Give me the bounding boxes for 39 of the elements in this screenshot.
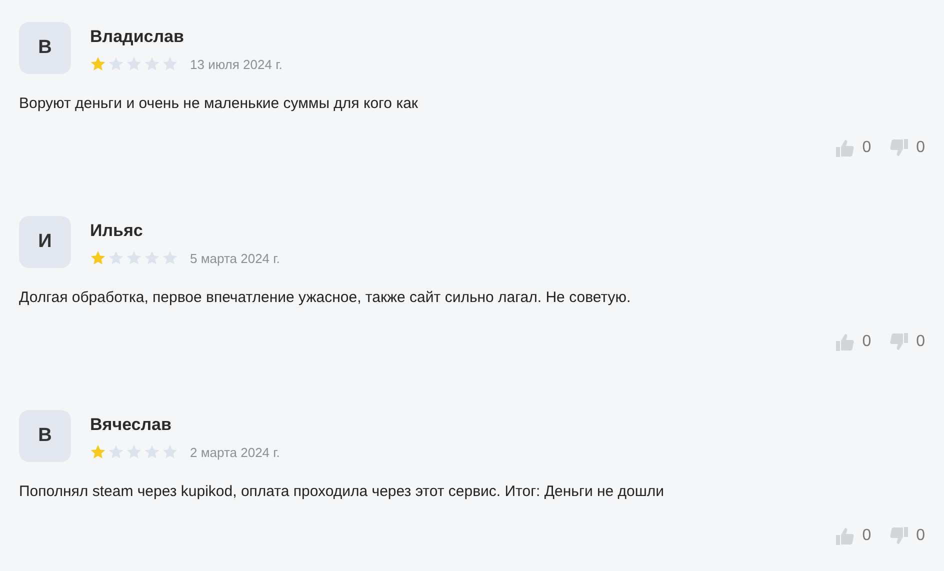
review-text: Воруют деньги и очень не маленькие суммы для кого как [19,95,419,112]
review-date: 2 марта 2024 г. [190,444,280,460]
like-count: 0 [862,333,872,351]
review-text: Пополнял steam через kupikod, оплата проходила через этот сервис. Итог: Деньги не дошли [19,483,666,500]
review-date: 5 марта 2024 г. [190,250,280,266]
avatar: И [19,216,71,268]
star-icon [144,444,160,460]
star-icon [126,56,142,72]
star-icon [126,444,142,460]
dislike-count: 0 [916,527,925,545]
star-icon [144,250,160,266]
dislike-count: 0 [916,333,925,351]
thumbs-down-icon[interactable] [889,332,910,352]
reviewer-name: Владислав [90,27,185,47]
star-icon [108,250,124,266]
star-icon [144,56,160,72]
reviewer-name: Вячеслав [90,415,172,435]
review-date: 13 июля 2024 г. [190,56,282,72]
star-icon [90,250,106,266]
star-icon [108,444,124,460]
thumbs-up-icon[interactable] [835,138,856,158]
star-icon [162,444,178,460]
thumbs-up-icon[interactable] [835,332,856,352]
star-icon [162,250,178,266]
like-count: 0 [862,527,872,545]
reviewer-name: Ильяс [90,221,144,241]
avatar: В [19,22,71,74]
star-icon [90,444,106,460]
thumbs-down-icon[interactable] [889,138,910,158]
star-icon [162,56,178,72]
star-icon [90,56,106,72]
star-icon [126,250,142,266]
dislike-count: 0 [916,139,925,157]
like-count: 0 [862,139,872,157]
review-text: Долгая обработка, первое впечатление ужасное, также сайт сильно лагал. Не советую. [19,289,632,306]
thumbs-down-icon[interactable] [889,526,910,546]
avatar: В [19,410,71,462]
thumbs-up-icon[interactable] [835,526,856,546]
star-icon [108,56,124,72]
